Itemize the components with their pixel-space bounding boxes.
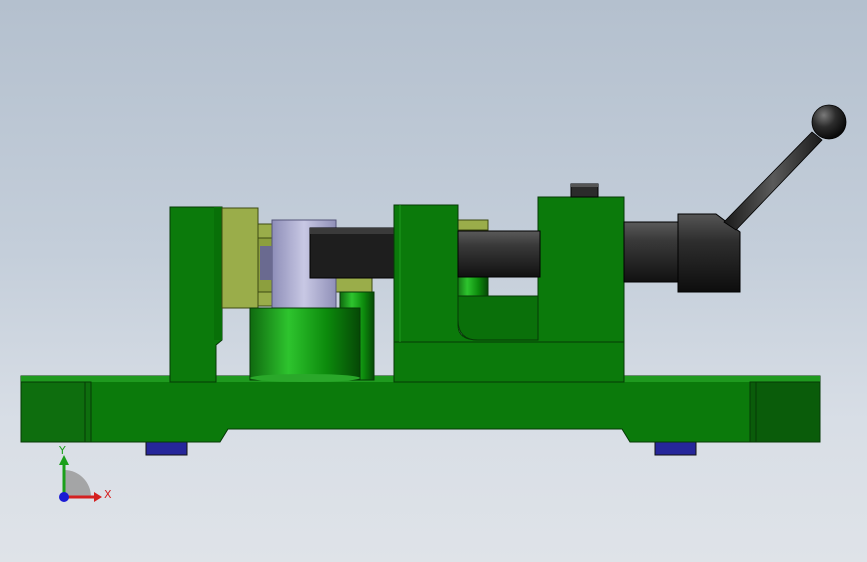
triad-y-label: Y (58, 444, 66, 457)
x-axis-arrow (94, 492, 102, 502)
coordinate-triad: Y X (58, 444, 112, 502)
graphics-viewport[interactable]: Y X (0, 0, 867, 562)
z-axis-dot (59, 492, 69, 502)
triad-x-label: X (104, 488, 112, 501)
triad-quarter-disc (64, 470, 91, 497)
